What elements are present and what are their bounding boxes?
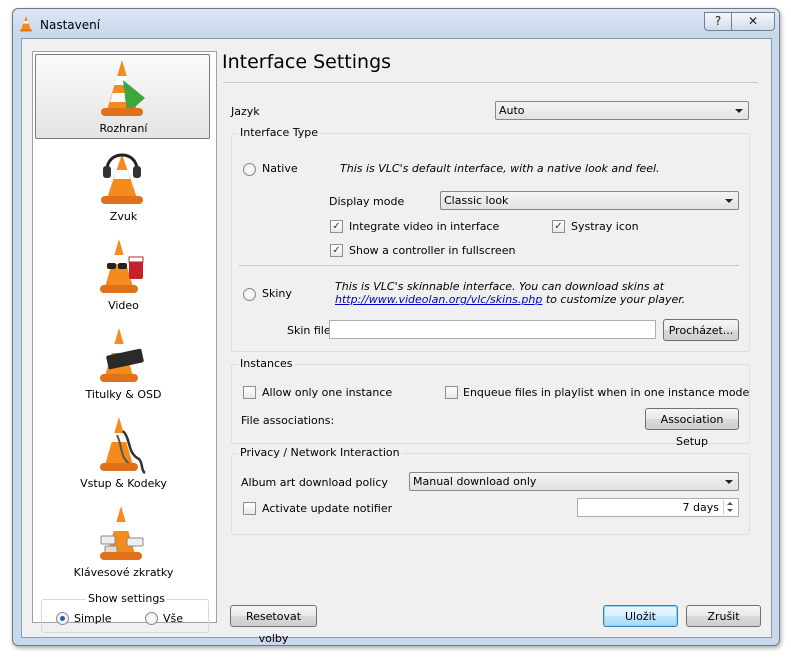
- window-title: Nastavení: [40, 18, 101, 32]
- privacy-title: Privacy / Network Interaction: [238, 446, 402, 459]
- fullscreen-controller-checkbox[interactable]: ✓: [330, 244, 343, 257]
- instances-group: Instances Allow only one instance Enqueu…: [231, 357, 750, 448]
- native-radio[interactable]: [243, 163, 256, 176]
- album-art-select[interactable]: Manual download only: [409, 472, 739, 491]
- simple-label: Simple: [74, 612, 112, 625]
- type-divider: [239, 265, 739, 266]
- browse-button[interactable]: Procházet...: [663, 319, 739, 341]
- skin-file-label: Skin file: [287, 324, 331, 337]
- sidebar-item-hotkeys[interactable]: Klávesové zkratky: [33, 498, 214, 584]
- enqueue-label: Enqueue files in playlist when in one in…: [463, 386, 750, 399]
- association-setup-button[interactable]: Association Setup: [645, 408, 739, 448]
- sidebar-item-input-codecs[interactable]: Vstup & Kodeky: [33, 409, 214, 495]
- skins-description-line2: http://www.videolan.org/vlc/skins.php to…: [335, 293, 685, 306]
- vlc-logo-icon: [20, 16, 32, 32]
- enqueue-checkbox[interactable]: [445, 386, 458, 399]
- update-notifier-label: Activate update notifier: [262, 502, 393, 515]
- video-cone-icon: [100, 239, 144, 293]
- language-label: Jazyk: [231, 105, 260, 118]
- skins-radio[interactable]: [243, 288, 256, 301]
- all-radio[interactable]: [145, 612, 158, 625]
- instances-title: Instances: [238, 357, 295, 370]
- show-settings-group: Show settings Simple Vše: [41, 592, 209, 633]
- sidebar-item-label: Klávesové zkratky: [73, 566, 174, 579]
- sidebar-item-video[interactable]: Video: [33, 231, 214, 317]
- privacy-group: Privacy / Network Interaction Album art …: [231, 446, 750, 535]
- chevron-down-icon: [725, 480, 733, 484]
- close-button[interactable]: ✕: [731, 12, 775, 31]
- dialog-body: Rozhraní Zvuk Video Titulky & OSD Vstup …: [21, 38, 772, 645]
- sidebar-item-audio[interactable]: Zvuk: [33, 142, 214, 228]
- systray-checkbox[interactable]: ✓: [552, 220, 565, 233]
- interface-type-title: Interface Type: [238, 126, 321, 139]
- interface-type-group: Interface Type Native This is VLC's defa…: [231, 126, 750, 352]
- sidebar-item-label: Video: [108, 299, 139, 312]
- show-settings-title: Show settings: [86, 592, 168, 605]
- album-art-label: Album art download policy: [241, 476, 388, 489]
- fullscreen-controller-label: Show a controller in fullscreen: [349, 244, 516, 257]
- skins-description-suffix: to customize your player.: [542, 293, 686, 306]
- title-divider: [223, 82, 758, 83]
- native-description: This is VLC's default interface, with a …: [340, 162, 660, 175]
- language-value: Auto: [499, 104, 525, 117]
- display-mode-label: Display mode: [329, 195, 405, 208]
- one-instance-label: Allow only one instance: [262, 386, 393, 399]
- native-label: Native: [262, 162, 298, 175]
- simple-radio[interactable]: [56, 612, 69, 625]
- integrate-video-checkbox[interactable]: ✓: [330, 220, 343, 233]
- sidebar-item-label: Titulky & OSD: [85, 388, 162, 401]
- sidebar-item-subtitles[interactable]: Titulky & OSD: [33, 320, 214, 406]
- spin-up-icon: [727, 502, 733, 505]
- headphones-cone-icon: [101, 153, 143, 204]
- skins-description: This is VLC's skinnable interface. You c…: [335, 280, 665, 293]
- update-interval-value: 7 days: [682, 501, 719, 514]
- sidebar-item-label: Vstup & Kodeky: [80, 477, 167, 490]
- subtitles-cone-icon: [100, 328, 144, 382]
- save-button[interactable]: Uložit: [603, 605, 678, 627]
- display-mode-select[interactable]: Classic look: [440, 191, 739, 210]
- display-mode-value: Classic look: [444, 194, 509, 207]
- album-art-value: Manual download only: [413, 475, 537, 488]
- sidebar-item-label: Zvuk: [109, 210, 138, 223]
- skin-file-input[interactable]: [329, 320, 656, 339]
- reset-button[interactable]: Resetovat volby: [230, 605, 317, 645]
- interface-cone-icon: [101, 60, 145, 116]
- sidebar-item-label: Rozhraní: [99, 122, 148, 135]
- skins-label: Skiny: [262, 287, 292, 300]
- category-sidebar: Rozhraní Zvuk Video Titulky & OSD Vstup …: [32, 51, 217, 633]
- update-notifier-checkbox[interactable]: [243, 502, 256, 515]
- file-associations-label: File associations:: [241, 414, 335, 427]
- integrate-video-label: Integrate video in interface: [349, 220, 500, 233]
- one-instance-checkbox[interactable]: [243, 386, 256, 399]
- hotkeys-cone-icon: [100, 506, 144, 560]
- chevron-down-icon: [735, 109, 743, 113]
- spin-arrows[interactable]: [723, 500, 737, 515]
- systray-label: Systray icon: [571, 220, 639, 233]
- title-bar: Nastavení ? ✕: [13, 9, 779, 39]
- page-title: Interface Settings: [222, 51, 392, 73]
- language-select[interactable]: Auto: [495, 101, 749, 120]
- spin-down-icon: [727, 509, 733, 512]
- skins-link[interactable]: http://www.videolan.org/vlc/skins.php: [335, 293, 542, 306]
- input-codecs-cone-icon: [100, 417, 146, 475]
- update-interval-spinbox[interactable]: 7 days: [577, 498, 739, 517]
- cancel-button[interactable]: Zrušit: [686, 605, 761, 627]
- preferences-window: Nastavení ? ✕ Rozhraní Zvuk Video Titulk…: [12, 8, 780, 646]
- all-label: Vše: [163, 612, 184, 625]
- sidebar-item-interface[interactable]: Rozhraní: [33, 54, 214, 140]
- chevron-down-icon: [725, 199, 733, 203]
- help-button[interactable]: ?: [704, 12, 732, 31]
